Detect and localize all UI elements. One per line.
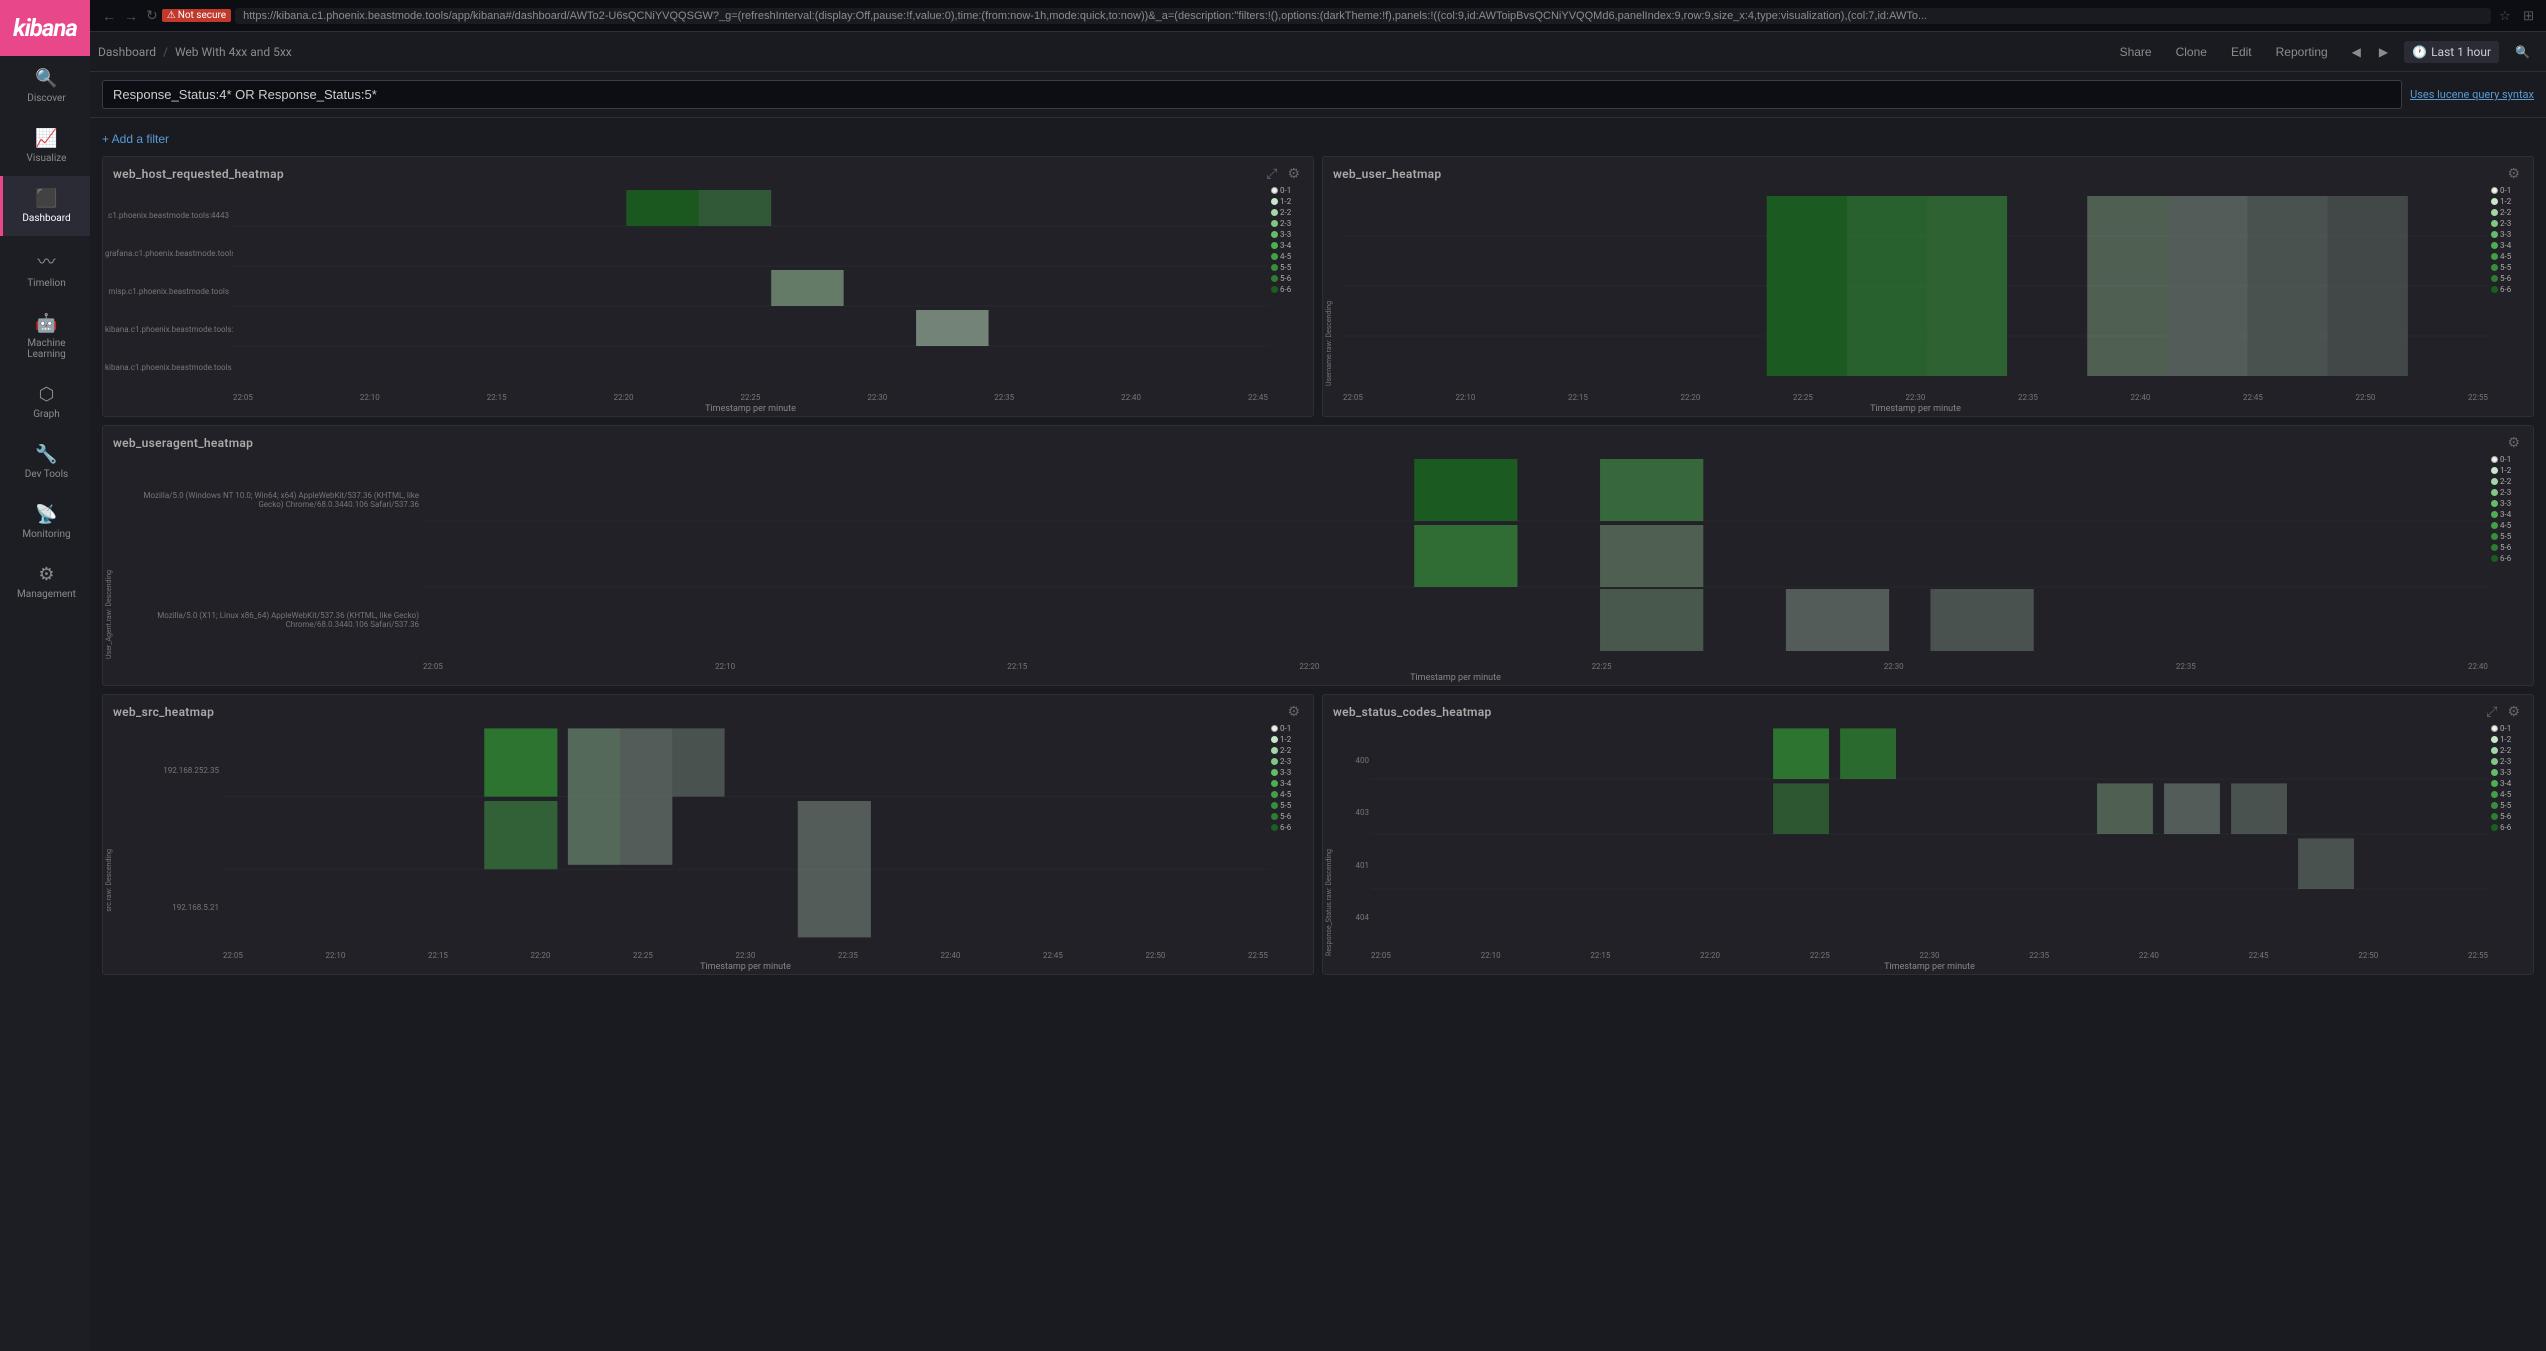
sidebar: kibana 🔍 Discover 📈 Visualize ⬛ Dashboar… [0,0,90,1351]
clock-icon: 🕐 [2412,45,2427,59]
forward-button[interactable]: → [120,6,142,26]
user-heatmap-x-title: Timestamp per minute [1343,404,2488,414]
time-label: Last 1 hour [2431,45,2491,59]
prev-time-button[interactable]: ◀ [2344,41,2369,63]
panel-src-header: web_src_heatmap ⚙ [103,695,1313,724]
sidebar-item-dashboard[interactable]: ⬛ Dashboard [0,176,90,236]
reporting-button[interactable]: Reporting [2268,41,2336,63]
panel-web-user-header: web_user_heatmap ⚙ [1323,157,2533,186]
sidebar-item-graph[interactable]: ⬡ Graph [0,372,90,432]
reload-button[interactable]: ↻ [142,5,162,26]
sidebar-item-monitoring-label: Monitoring [22,529,70,540]
panel-web-host-header: web_host_requested_heatmap ⤢ ⚙ [103,157,1313,186]
sidebar-item-monitoring[interactable]: 📡 Monitoring [0,492,90,552]
status-heatmap-x-title: Timestamp per minute [1371,962,2488,972]
host-heatmap-svg [233,186,1268,386]
topbar: Dashboard / Web With 4xx and 5xx Share C… [90,32,2546,72]
sidebar-item-timelion-label: Timelion [27,278,66,289]
url-bar: ← → ↻ ⚠ Not secure ☆ ⊞ [90,0,2546,32]
panel-controls: ⤢ ⚙ [1263,165,1303,182]
panel-expand-button[interactable]: ⤢ [1263,165,1280,182]
useragent-heatmap-x-title: Timestamp per minute [423,673,2488,683]
sidebar-item-visualize-label: Visualize [27,153,67,164]
back-button[interactable]: ← [98,6,120,26]
add-filter-button[interactable]: + Add a filter [102,130,169,148]
panel-useragent-header: web_useragent_heatmap ⚙ [103,426,2533,455]
visualize-icon: 📈 [35,128,57,149]
kibana-logo: kibana [0,0,90,56]
sidebar-item-management[interactable]: ⚙ Management [0,552,90,612]
panel-src-settings-button[interactable]: ⚙ [1284,703,1303,720]
management-icon: ⚙ [38,564,54,585]
panel-status-title: web_status_codes_heatmap [1333,705,1492,719]
breadcrumb: Dashboard / Web With 4xx and 5xx [98,45,292,59]
panel-settings-button[interactable]: ⚙ [1284,165,1303,182]
sidebar-item-discover-label: Discover [27,93,66,104]
lucene-hint[interactable]: Uses lucene query syntax [2410,88,2534,101]
sidebar-item-dev-tools[interactable]: 🔧 Dev Tools [0,432,90,492]
dashboard-icon: ⬛ [35,188,57,209]
panel-src-heatmap: web_src_heatmap ⚙ src.raw: Descending 19… [102,694,1314,975]
dashboard-content: + Add a filter web_host_requested_heatma… [90,118,2546,1351]
sidebar-item-visualize[interactable]: 📈 Visualize [0,116,90,176]
sidebar-item-dashboard-label: Dashboard [22,213,70,224]
sidebar-item-devtools-label: Dev Tools [25,469,68,480]
url-icon-group: ☆ ⊞ [2495,6,2538,26]
useragent-heatmap-svg [423,455,2488,655]
star-button[interactable]: ☆ [2495,6,2515,26]
sidebar-item-machine-learning[interactable]: 🤖 Machine Learning [0,301,90,372]
panel-status-settings-button[interactable]: ⚙ [2504,703,2523,720]
time-nav: ◀ ▶ [2344,41,2396,63]
share-button[interactable]: Share [2112,41,2160,63]
graph-icon: ⬡ [39,384,55,405]
dev-tools-icon: 🔧 [35,444,57,465]
host-heatmap-x-title: Timestamp per minute [233,404,1268,414]
filter-row: + Add a filter [102,130,2534,148]
security-badge: ⚠ Not secure [162,9,231,22]
monitoring-icon: 📡 [35,504,57,525]
discover-icon: 🔍 [35,68,57,89]
time-picker[interactable]: 🕐 Last 1 hour [2404,41,2499,63]
panel-web-host-title: web_host_requested_heatmap [113,167,284,181]
user-heatmap-svg [1343,186,2488,386]
panel-src-controls: ⚙ [1284,703,1303,720]
panel-status-header: web_status_codes_heatmap ⤢ ⚙ [1323,695,2533,724]
query-bar: Uses lucene query syntax [90,72,2546,118]
breadcrumb-parent[interactable]: Dashboard [98,45,156,59]
ml-icon: 🤖 [35,313,57,334]
edit-button[interactable]: Edit [2223,41,2260,63]
src-heatmap-svg [223,724,1268,944]
sidebar-item-discover[interactable]: 🔍 Discover [0,56,90,116]
src-heatmap-x-title: Timestamp per minute [223,962,1268,972]
panel-user-settings-button[interactable]: ⚙ [2504,165,2523,182]
panel-web-user-title: web_user_heatmap [1333,167,1441,181]
status-heatmap-svg [1371,724,2488,944]
panel-src-title: web_src_heatmap [113,705,214,719]
panel-status-controls: ⤢ ⚙ [2483,703,2523,720]
panel-useragent-settings-button[interactable]: ⚙ [2504,434,2523,451]
next-time-button[interactable]: ▶ [2371,41,2396,63]
breadcrumb-current: Web With 4xx and 5xx [175,45,292,59]
main-content: ← → ↻ ⚠ Not secure ☆ ⊞ Dashboard / Web W… [90,0,2546,1351]
url-input[interactable] [235,8,2491,24]
bookmark-button[interactable]: ⊞ [2519,6,2538,26]
panel-useragent-heatmap: web_useragent_heatmap ⚙ User_Agent.raw: … [102,425,2534,686]
lock-icon: ⚠ [167,10,176,21]
sidebar-item-management-label: Management [17,589,76,600]
sidebar-item-graph-label: Graph [33,409,60,420]
panel-useragent-title: web_useragent_heatmap [113,436,253,450]
panel-web-user-controls: ⚙ [2504,165,2523,182]
sidebar-item-timelion[interactable]: 〰 Timelion [0,236,90,301]
timelion-icon: 〰 [38,248,56,274]
query-input[interactable] [102,80,2402,109]
panel-useragent-controls: ⚙ [2504,434,2523,451]
search-topbar-button[interactable]: 🔍 [2507,41,2538,63]
panels-grid: web_host_requested_heatmap ⤢ ⚙ c1.phoeni… [102,156,2534,975]
panel-web-user-heatmap: web_user_heatmap ⚙ Username.raw: Descend… [1322,156,2534,417]
panel-web-host-heatmap: web_host_requested_heatmap ⤢ ⚙ c1.phoeni… [102,156,1314,417]
panel-status-codes-heatmap: web_status_codes_heatmap ⤢ ⚙ Response_St… [1322,694,2534,975]
sidebar-item-ml-label: Machine Learning [7,338,86,360]
clone-button[interactable]: Clone [2168,41,2215,63]
panel-status-expand-button[interactable]: ⤢ [2483,703,2500,720]
